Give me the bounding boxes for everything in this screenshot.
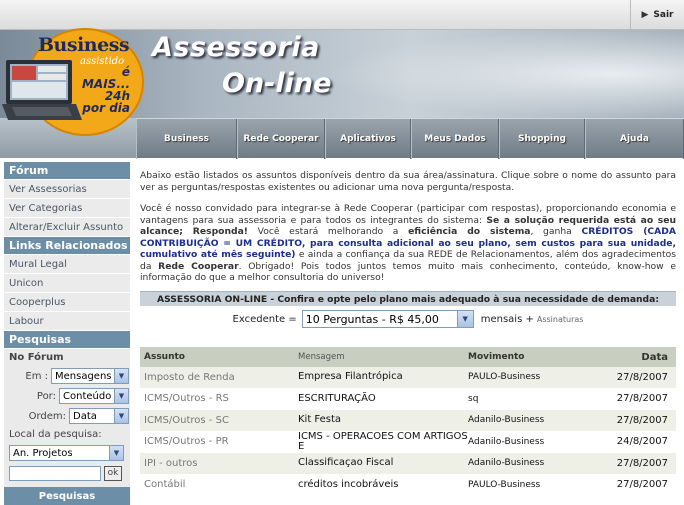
row-mensagem[interactable]: ESCRITURAÇÃO	[296, 393, 468, 404]
plan-banner: ASSESSORIA ON-LINE - Confira e opte pelo…	[140, 291, 676, 306]
row-data: 27/8/2007	[616, 371, 668, 383]
sidebar-item-ver-categorias[interactable]: Ver Categorias	[4, 199, 130, 218]
sidebar-forum-heading: Fórum	[4, 162, 130, 180]
local-row: An. Projetos ▼	[4, 443, 130, 463]
ordem-label: Ordem:	[28, 410, 66, 422]
sidebar-item-mural-legal[interactable]: Mural Legal	[4, 255, 130, 274]
row-assunto[interactable]: ICMS/Outros - PR	[140, 436, 296, 447]
col-movimento: Movimento	[468, 352, 525, 362]
sidebar-search-heading: Pesquisas	[4, 331, 130, 349]
row-movimento: PAULO-Business	[468, 372, 541, 383]
nav-tab-business[interactable]: Business	[136, 119, 237, 159]
row-movimento: PAULO-Business	[468, 479, 541, 490]
sidebar-item-ver-assessorias[interactable]: Ver Assessorias	[4, 180, 130, 199]
row-mensagem[interactable]: créditos incobráveis	[296, 479, 468, 490]
local-select[interactable]: An. Projetos ▼	[9, 445, 124, 461]
row-assunto[interactable]: IPI - outros	[140, 458, 296, 469]
search-ok-button[interactable]: ok	[104, 465, 122, 481]
intro-paragraph-2: Você é nosso convidado para integrar-se …	[140, 203, 677, 283]
logout-label: Sair	[653, 10, 674, 20]
intro-paragraph-1: Abaixo estão listados os assuntos dispon…	[140, 170, 676, 193]
sidebar-links-heading: Links Relacionados	[4, 237, 130, 255]
row-mensagem[interactable]: Classificaçao Fiscal	[296, 458, 468, 468]
sidebar-item-unicon[interactable]: Unicon	[4, 274, 130, 293]
sidebar-item-labour[interactable]: Labour	[4, 312, 130, 331]
row-movimento: Adanilo-Business	[468, 415, 545, 426]
em-select[interactable]: Mensagens ▼	[51, 368, 129, 384]
plan-selector-row: Excedente = 10 Perguntas - R$ 45,00 ▼ me…	[140, 308, 676, 330]
mensais-label: mensais +	[480, 313, 534, 325]
table-header: Assunto Mensagem Movimento Data	[140, 347, 676, 367]
row-mensagem[interactable]: Kit Festa	[296, 415, 468, 425]
row-assunto[interactable]: Contábil	[140, 479, 296, 490]
nav-tab-aplicativos[interactable]: Aplicativos	[325, 119, 411, 159]
no-forum-label: No Fórum	[9, 352, 64, 363]
banner-title-line2: On-line	[222, 68, 332, 99]
row-data: 27/8/2007	[616, 414, 668, 426]
assinaturas-link[interactable]: Assinaturas	[537, 315, 584, 324]
nav-tab-rede-cooperar[interactable]: Rede Cooperar	[237, 119, 325, 159]
logo-brand-text: Business	[38, 34, 130, 56]
chevron-down-icon: ▼	[456, 311, 473, 327]
chevron-down-icon: ▼	[114, 389, 128, 403]
table-row[interactable]: Contábil créditos incobráveis PAULO-Busi…	[140, 474, 676, 496]
table-row[interactable]: IPI - outros Classificaçao Fiscal Adanil…	[140, 453, 676, 475]
row-data: 24/8/2007	[616, 436, 668, 448]
row-data: 27/8/2007	[616, 479, 668, 491]
nav-tab-ajuda[interactable]: Ajuda	[585, 119, 684, 159]
em-row: Em : Mensagens ▼	[4, 366, 130, 386]
topics-table: Assunto Mensagem Movimento Data Imposto …	[140, 347, 676, 496]
row-mensagem[interactable]: Empresa Filantrópica	[296, 372, 468, 382]
sidebar-item-alterar-excluir[interactable]: Alterar/Excluir Assunto	[4, 218, 130, 237]
row-movimento: Adanilo-Business	[468, 458, 545, 469]
col-assunto: Assunto	[144, 352, 185, 362]
chevron-down-icon: ▼	[114, 409, 128, 423]
main-nav: Business Rede Cooperar Aplicativos Meus …	[136, 118, 684, 159]
sidebar-pesquisas-footer[interactable]: Pesquisas	[4, 487, 130, 505]
sidebar: Fórum Ver Assessorias Ver Categorias Alt…	[4, 162, 130, 505]
banner-title-line1: Assessoria	[152, 32, 320, 63]
col-mensagem: Mensagem	[298, 352, 345, 362]
arrow-right-icon: ▶	[641, 10, 649, 20]
search-row: ok	[4, 463, 130, 483]
table-row[interactable]: ICMS/Outros - PR ICMS - OPERACOES COM AR…	[140, 431, 676, 453]
plan-select[interactable]: 10 Perguntas - R$ 45,00 ▼	[301, 310, 474, 328]
row-movimento: Adanilo-Business	[468, 436, 545, 447]
row-assunto[interactable]: ICMS/Outros - RS	[140, 393, 296, 404]
excedente-label: Excedente =	[232, 313, 297, 325]
row-movimento: sq	[468, 393, 479, 404]
main-content: Abaixo estão listados os assuntos dispon…	[140, 170, 676, 294]
laptop-icon	[2, 60, 82, 120]
top-bar: ▶ Sair	[0, 0, 684, 30]
por-row: Por: Conteúdo ▼	[4, 386, 130, 406]
local-label: Local da pesquisa:	[9, 429, 102, 440]
nav-tab-meus-dados[interactable]: Meus Dados	[411, 119, 499, 159]
search-input[interactable]	[9, 465, 101, 481]
row-assunto[interactable]: ICMS/Outros - SC	[140, 415, 296, 426]
logout-button[interactable]: ▶ Sair	[630, 0, 684, 30]
table-row[interactable]: ICMS/Outros - SC Kit Festa Adanilo-Busin…	[140, 410, 676, 432]
row-data: 27/8/2007	[616, 393, 668, 405]
col-data: Data	[641, 351, 668, 363]
chevron-down-icon: ▼	[109, 446, 123, 460]
por-label: Por:	[36, 390, 56, 402]
row-assunto[interactable]: Imposto de Renda	[140, 372, 296, 383]
table-row[interactable]: ICMS/Outros - RS ESCRITURAÇÃO sq 27/8/20…	[140, 388, 676, 410]
row-data: 27/8/2007	[616, 457, 668, 469]
nav-tab-shopping[interactable]: Shopping	[499, 119, 585, 159]
em-label: Em :	[25, 370, 48, 382]
sidebar-item-cooperplus[interactable]: Cooperplus	[4, 293, 130, 312]
por-select[interactable]: Conteúdo ▼	[59, 388, 129, 404]
table-row[interactable]: Imposto de Renda Empresa Filantrópica PA…	[140, 367, 676, 389]
chevron-down-icon: ▼	[114, 369, 128, 383]
row-mensagem[interactable]: ICMS - OPERACOES COM ARTIGOS E	[296, 431, 468, 452]
logo-tagline: é MAIS... 24h por dia	[81, 65, 130, 115]
ordem-select[interactable]: Data ▼	[69, 408, 129, 424]
ordem-row: Ordem: Data ▼	[4, 406, 130, 426]
